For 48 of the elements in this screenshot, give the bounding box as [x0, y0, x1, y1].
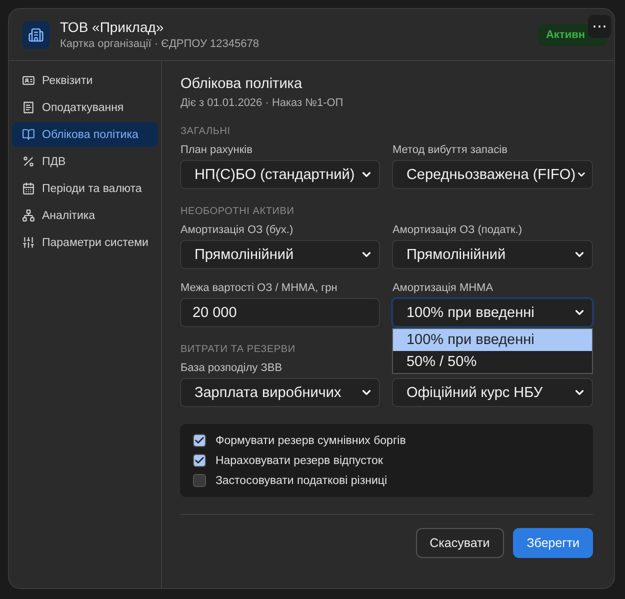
checkbox-label: Застосовувати податкові різниці [215, 474, 388, 486]
dropdown-option[interactable]: 100% при введенні [393, 329, 592, 351]
field-label: Межа вартості ОЗ / МНМА, грн [180, 282, 338, 294]
group-heading: ЗАГАЛЬНІ [180, 126, 232, 137]
more-button[interactable]: ⋯ [588, 15, 611, 38]
sidebar-item[interactable]: Оподаткування [12, 95, 158, 120]
checkbox-label: Формувати резерв сумнівних боргів [215, 434, 406, 446]
checkbox-label: Нараховувати резерв відпусток [215, 454, 383, 466]
select-field[interactable]: Прямолінійний [180, 240, 380, 269]
checkbox[interactable] [193, 474, 206, 487]
percent-icon [22, 155, 35, 168]
organization-subtitle: Картка організації · ЄДРПОУ 12345678 [60, 38, 260, 50]
section-subtitle: Діє з 01.01.2026 · Наказ №1-ОП [180, 97, 344, 109]
select-field[interactable]: 100% при введенні [392, 298, 594, 327]
sidebar-item[interactable]: ПДВ [12, 149, 158, 174]
group-heading: НЕОБОРОТНІ АКТИВИ [180, 206, 296, 217]
sidebar-item[interactable]: Періоди та валюта [12, 176, 158, 201]
select-field[interactable]: НП(С)БО (стандартний) [180, 160, 380, 189]
sidebar-item[interactable]: Аналітика [12, 203, 158, 228]
checkbox[interactable] [193, 434, 206, 447]
checkbox[interactable] [193, 454, 206, 467]
receipt-icon [22, 101, 35, 114]
field-label: Амортизація ОЗ (бух.) [180, 224, 294, 236]
sidebar-item[interactable]: Облікова політика [12, 122, 158, 147]
select-field[interactable]: Офіційний курс НБУ [392, 378, 594, 407]
group-heading: ВИТРАТИ ТА РЕЗЕРВИ [180, 344, 296, 355]
calendar-icon [22, 182, 35, 195]
building-icon [22, 20, 50, 48]
section-title: Облікова політика [180, 76, 304, 92]
organization-title: ТОВ «Приклад» [60, 19, 165, 35]
field-label: Амортизація МНМА [392, 282, 494, 294]
field-label: План рахунків [180, 144, 254, 156]
input-field[interactable]: 20 000 [180, 298, 380, 327]
sidebar-item[interactable]: Реквізити [12, 68, 158, 93]
field-label: Амортизація ОЗ (податк.) [392, 224, 524, 236]
sliders-icon [22, 236, 35, 249]
save-button[interactable]: Зберегти [512, 528, 594, 558]
field-label: База розподілу ЗВВ [180, 362, 284, 374]
select-field[interactable]: Зарплата виробничих [180, 378, 380, 407]
select-field[interactable]: Середньозважена (FIFO) [392, 160, 594, 189]
field-label: Метод вибуття запасів [392, 144, 508, 156]
sidebar-item[interactable]: Параметри системи [12, 230, 158, 255]
book-icon [22, 128, 35, 141]
dropdown-option[interactable]: 50% / 50% [393, 351, 592, 373]
id-card-icon [22, 74, 35, 87]
select-field[interactable]: Прямолінійний [392, 240, 594, 269]
network-icon [22, 209, 35, 222]
cancel-button[interactable]: Скасувати [416, 528, 504, 558]
